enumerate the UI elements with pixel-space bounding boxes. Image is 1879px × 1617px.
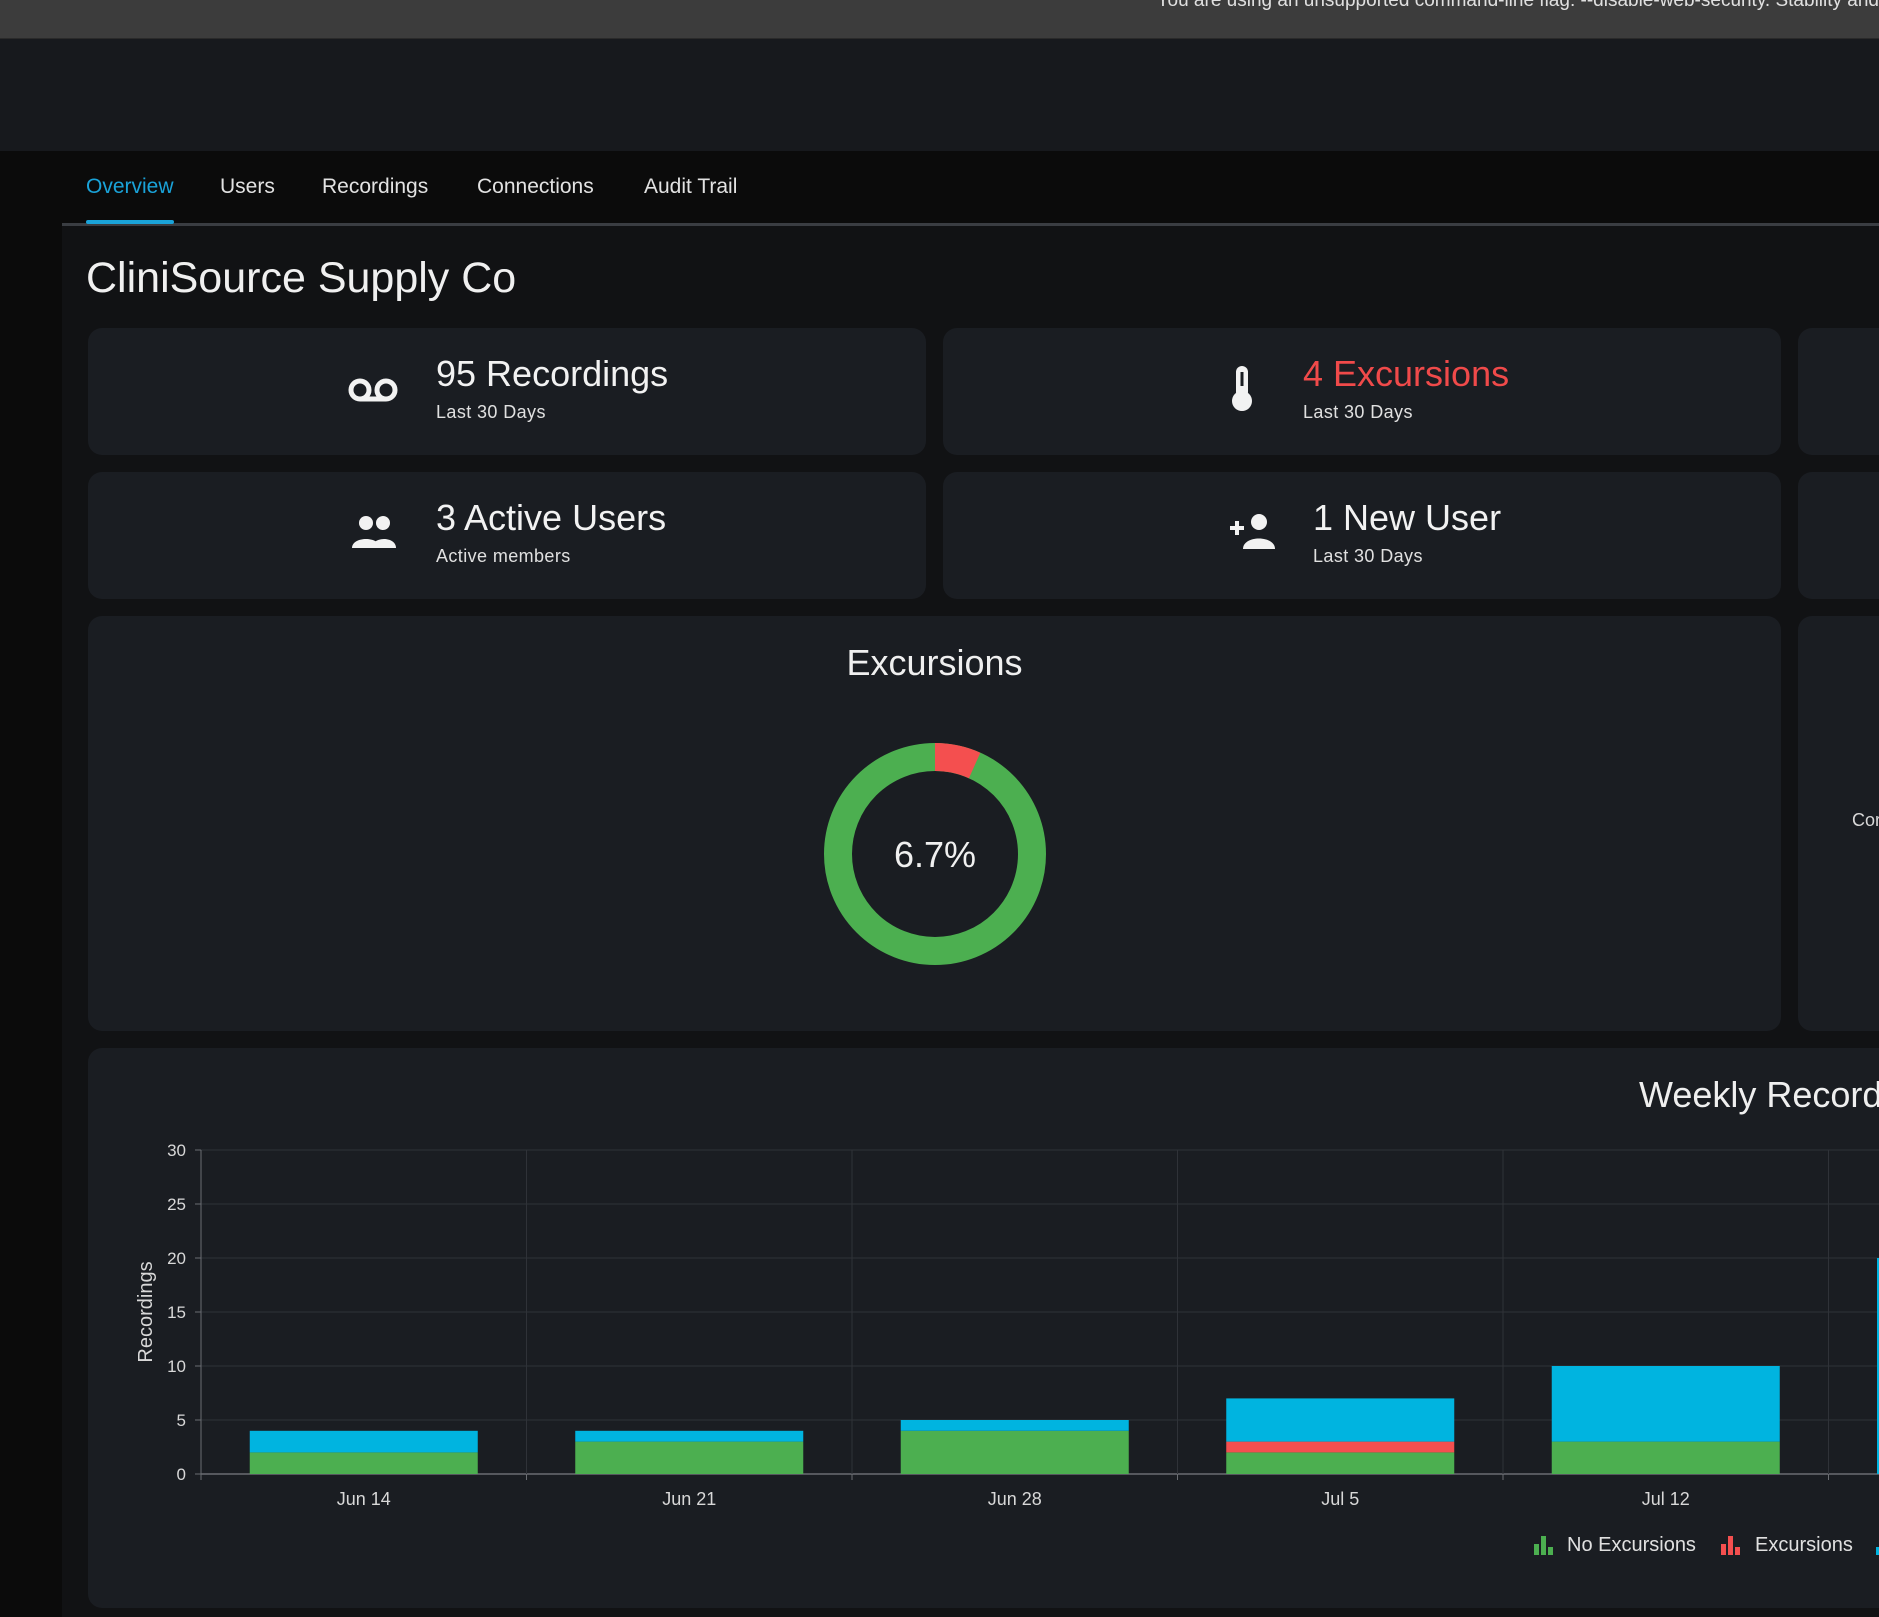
active-users-count: 3 Active Users xyxy=(436,497,667,538)
tab-connections[interactable]: Connections xyxy=(477,151,594,223)
donut-title: Excursions xyxy=(846,642,1023,683)
weekly-recordings-card: Weekly Recordi 0 5 10 15 20 25 30 Recordings Jun… xyxy=(88,1048,1879,1608)
tab-recordings[interactable]: Recordings xyxy=(322,151,428,223)
y-axis-label: Recordings xyxy=(135,1261,157,1362)
recordings-count: 95 Recordings xyxy=(436,353,669,394)
bar-segment-other xyxy=(1551,1366,1780,1442)
donut-center-label: 6.7% xyxy=(893,834,977,875)
tab-users[interactable]: Users xyxy=(220,151,275,223)
y-tick-label: 30 xyxy=(167,1141,186,1160)
y-tick-label: 25 xyxy=(167,1195,186,1214)
partial-stat-card xyxy=(1798,472,1879,599)
bar-segment-other xyxy=(1226,1398,1455,1442)
legend-bar-chart-icon xyxy=(1876,1547,1879,1555)
tab-overview[interactable]: Overview xyxy=(86,151,174,224)
thermometer-icon xyxy=(1232,366,1252,411)
person-add-icon xyxy=(1230,514,1275,549)
page-title: CliniSource Supply Co xyxy=(86,254,517,302)
y-tick-label: 20 xyxy=(167,1249,186,1268)
partial-chart-card: Cor xyxy=(1798,616,1879,1031)
weekly-recordings-bar-chart: 0 5 10 15 20 25 30 Recordings Jun 14 Jun 21 Jun 28… xyxy=(135,1141,1879,1509)
bar-segment-no-excursions xyxy=(900,1430,1129,1474)
legend-bar-chart-icon xyxy=(1534,1536,1553,1555)
excursions-stat-card[interactable]: 4 Excursions Last 30 Days xyxy=(943,328,1781,455)
new-user-stat-card[interactable]: 1 New User Last 30 Days xyxy=(943,472,1781,599)
bar-segment-other xyxy=(575,1430,804,1442)
browser-warning-bar: You are using an unsupported command-lin… xyxy=(0,0,1879,39)
browser-warning-text: You are using an unsupported command-lin… xyxy=(1156,0,1879,11)
y-tick-label: 0 xyxy=(177,1465,186,1484)
new-user-period: Last 30 Days xyxy=(1313,546,1423,566)
tab-audit-trail[interactable]: Audit Trail xyxy=(644,151,737,223)
excursions-period: Last 30 Days xyxy=(1303,402,1413,422)
bar-segment-excursions xyxy=(1226,1441,1455,1453)
bar-segment-no-excursions xyxy=(249,1452,478,1474)
legend-excursions[interactable]: Excursions xyxy=(1755,1534,1853,1557)
new-user-count: 1 New User xyxy=(1313,497,1502,538)
app-header xyxy=(0,39,1879,151)
voicemail-icon xyxy=(348,378,398,402)
x-tick-label: Jun 21 xyxy=(662,1489,716,1509)
bar-segment-other xyxy=(900,1420,1129,1431)
legend-no-excursions[interactable]: No Excursions xyxy=(1567,1534,1696,1557)
recordings-stat-card[interactable]: 95 Recordings Last 30 Days xyxy=(88,328,926,455)
active-users-description: Active members xyxy=(436,546,571,566)
x-tick-label: Jun 14 xyxy=(337,1489,391,1509)
bar-segment-no-excursions xyxy=(575,1441,804,1474)
y-tick-label: 10 xyxy=(167,1357,186,1376)
excursions-count: 4 Excursions xyxy=(1303,353,1510,394)
recordings-period: Last 30 Days xyxy=(436,402,546,422)
group-icon xyxy=(352,516,396,548)
legend-bar-chart-icon xyxy=(1721,1536,1740,1555)
bar-segment-no-excursions xyxy=(1551,1441,1780,1474)
x-tick-label: Jul 12 xyxy=(1642,1489,1690,1509)
tab-bar: Overview Users Recordings Connections Au… xyxy=(62,151,1879,226)
y-tick-label: 15 xyxy=(167,1303,186,1322)
y-tick-label: 5 xyxy=(177,1411,186,1430)
x-tick-label: Jun 28 xyxy=(988,1489,1042,1509)
partial-stat-card xyxy=(1798,328,1879,455)
bar-segment-no-excursions xyxy=(1226,1452,1455,1474)
excursions-donut-card: Excursions 6.7% xyxy=(88,616,1781,1031)
active-users-stat-card[interactable]: 3 Active Users Active members xyxy=(88,472,926,599)
bar-segment-other xyxy=(249,1430,478,1453)
sidebar xyxy=(0,151,62,1617)
x-tick-label: Jul 5 xyxy=(1321,1489,1359,1509)
partial-card-label: Cor xyxy=(1852,810,1879,830)
